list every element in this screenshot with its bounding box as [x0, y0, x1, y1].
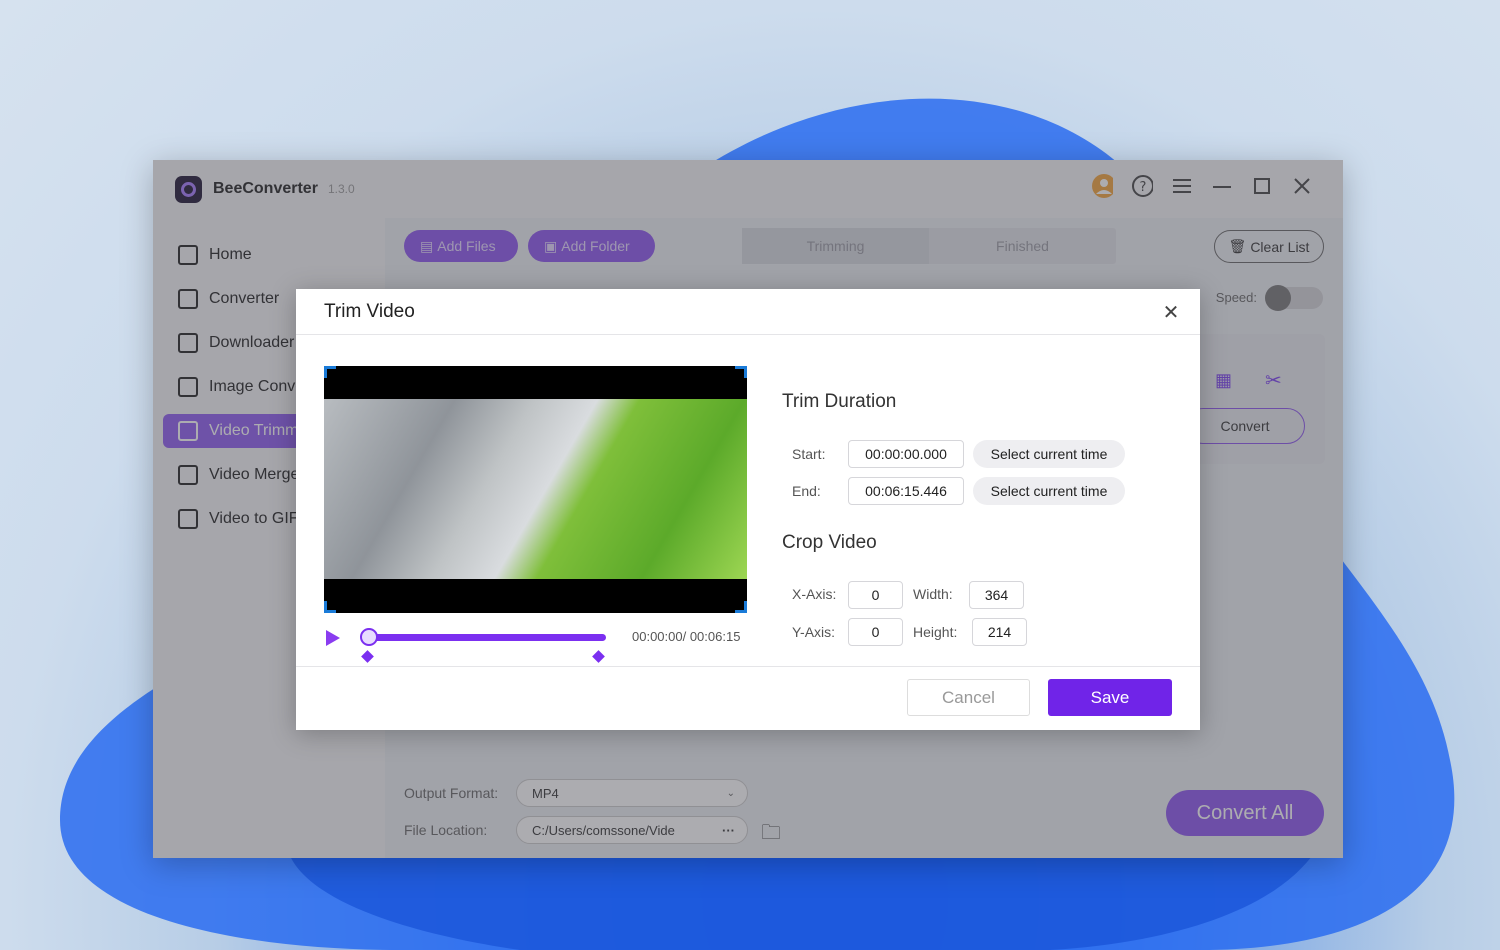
play-icon[interactable]: [326, 630, 340, 646]
trim-start-marker[interactable]: [361, 650, 374, 663]
video-frame: [324, 399, 747, 579]
dialog-close-icon[interactable]: ✕: [1160, 301, 1182, 324]
end-time-input[interactable]: 00:06:15.446: [848, 477, 964, 505]
height-label: Height:: [913, 624, 958, 640]
width-label: Width:: [913, 586, 953, 602]
video-preview[interactable]: [324, 366, 747, 613]
crop-handle-top-right[interactable]: [735, 366, 747, 378]
trim-video-dialog: Trim Video ✕ 00:00:00/ 00:06:15 Trim Dur…: [296, 289, 1200, 730]
y-axis-input[interactable]: 0: [848, 618, 903, 646]
x-axis-input[interactable]: 0: [848, 581, 903, 609]
timeline-track[interactable]: [362, 634, 606, 641]
select-current-time-end-button[interactable]: Select current time: [973, 477, 1125, 505]
crop-video-title: Crop Video: [782, 532, 877, 553]
dialog-title: Trim Video: [296, 289, 1200, 335]
trim-duration-title: Trim Duration: [782, 391, 897, 412]
end-label: End:: [792, 483, 821, 499]
crop-handle-top-left[interactable]: [324, 366, 336, 378]
playhead-knob[interactable]: [360, 628, 378, 646]
height-input[interactable]: 214: [972, 618, 1027, 646]
trim-end-marker[interactable]: [592, 650, 605, 663]
start-label: Start:: [792, 446, 826, 462]
cancel-button[interactable]: Cancel: [907, 679, 1030, 716]
crop-handle-bottom-left[interactable]: [324, 601, 336, 613]
x-axis-label: X-Axis:: [792, 586, 837, 602]
timecode: 00:00:00/ 00:06:15: [632, 629, 741, 644]
width-input[interactable]: 364: [969, 581, 1024, 609]
select-current-time-start-button[interactable]: Select current time: [973, 440, 1125, 468]
y-axis-label: Y-Axis:: [792, 624, 836, 640]
dialog-footer-divider: [296, 666, 1200, 667]
start-time-input[interactable]: 00:00:00.000: [848, 440, 964, 468]
crop-handle-bottom-right[interactable]: [735, 601, 747, 613]
save-button[interactable]: Save: [1048, 679, 1172, 716]
